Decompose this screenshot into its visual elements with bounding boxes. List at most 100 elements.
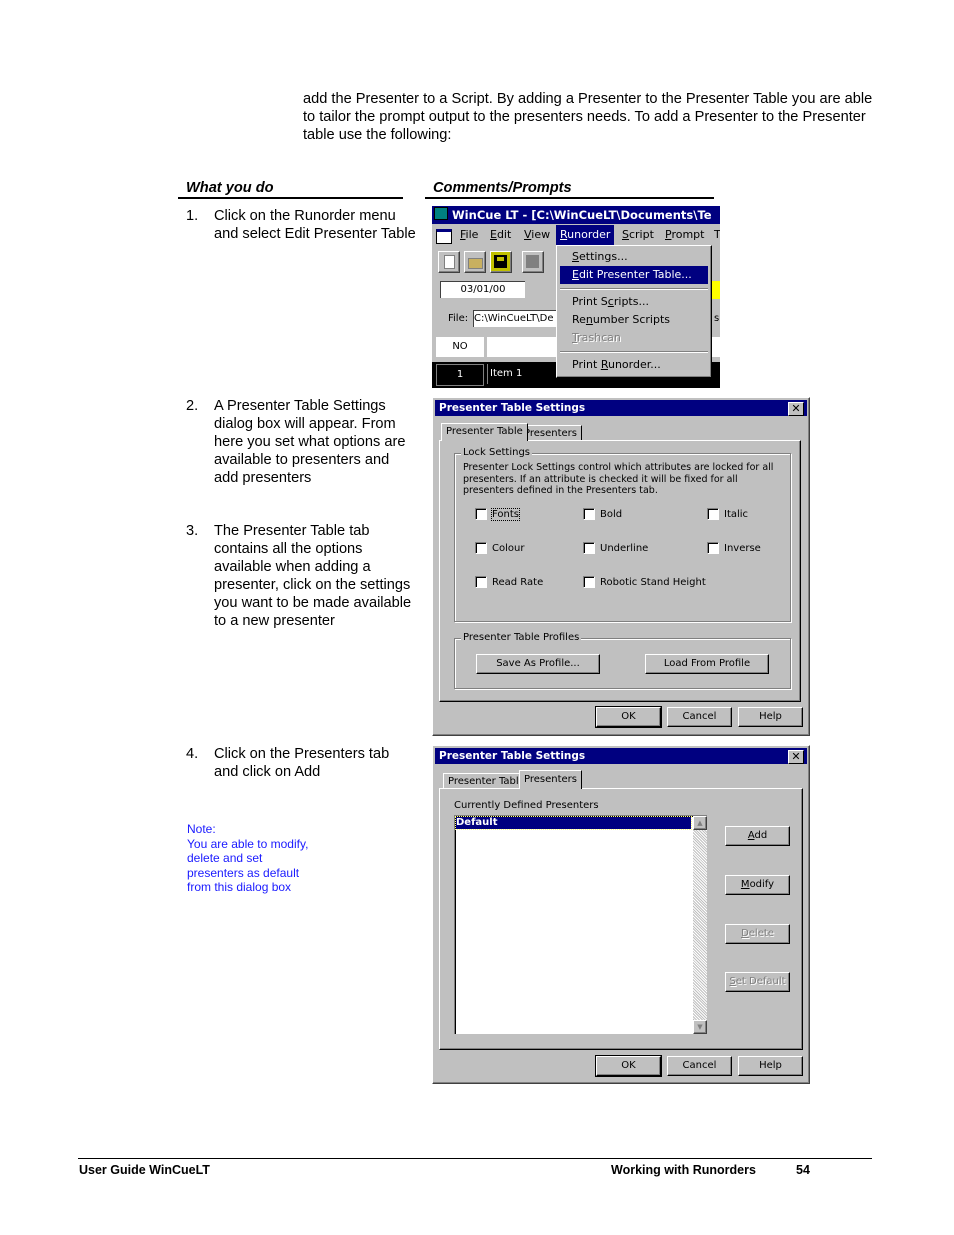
tab-panel-presenter-table: Lock Settings Presenter Lock Settings co…: [439, 440, 801, 702]
step-1: 1. Click on the Runorder menu and select…: [186, 207, 416, 243]
note: Note: You are able to modify, delete and…: [187, 822, 357, 895]
tab-presenter-table[interactable]: Presenter Table: [441, 423, 528, 441]
window-titlebar: WinCue LT - [C:\WinCueLT\Documents\Te: [432, 206, 720, 224]
note-title: Note:: [187, 822, 216, 836]
cancel-button[interactable]: Cancel: [667, 1056, 732, 1076]
checkbox-italic[interactable]: Italic: [707, 508, 748, 520]
menu-prompt[interactable]: Prompt: [665, 225, 704, 245]
scroll-down-arrow-icon[interactable]: ▼: [693, 1020, 707, 1034]
menu-runorder[interactable]: Runorder: [556, 225, 615, 245]
dialog-titlebar: Presenter Table Settings ✕: [435, 400, 807, 416]
save-as-profile-button[interactable]: Save As Profile...: [476, 654, 600, 674]
checkbox-box: [475, 542, 487, 554]
note-line: delete and set: [187, 851, 263, 865]
col-header-no: NO: [436, 337, 484, 357]
presenter-table-settings-dialog: Presenter Table Settings ✕ Presenter Tab…: [432, 397, 810, 736]
scroll-up-arrow-icon[interactable]: ▲: [693, 816, 707, 830]
menu-item-print-runorder[interactable]: Print Runorder...: [560, 356, 708, 374]
footer-doc-title: User Guide WinCueLT: [79, 1163, 210, 1177]
step-text: The Presenter Table tab contains all the…: [214, 523, 412, 629]
checkbox-box: [707, 542, 719, 554]
vertical-scrollbar[interactable]: ▲ ▼: [693, 816, 707, 1034]
step-3: 3. The Presenter Table tab contains all …: [186, 522, 416, 630]
profiles-label: Presenter Table Profiles: [461, 632, 582, 643]
menu-separator: [560, 351, 708, 353]
close-button[interactable]: ✕: [788, 750, 804, 764]
step-2: 2. A Presenter Table Settings dialog box…: [186, 397, 416, 487]
help-button[interactable]: Help: [738, 1056, 803, 1076]
menu-script[interactable]: Script: [622, 225, 654, 245]
presenters-dialog: Presenter Table Settings ✕ Presenter Tab…: [432, 745, 810, 1084]
menu-edit[interactable]: Edit: [490, 225, 511, 245]
new-document-icon: [444, 255, 455, 269]
modify-button[interactable]: ModifyModify: [725, 875, 790, 895]
close-button[interactable]: ✕: [788, 402, 804, 416]
checkbox-fonts[interactable]: Fonts: [475, 507, 520, 521]
tab-presenters[interactable]: Presenters: [519, 425, 582, 441]
tab-presenter-table[interactable]: Presenter Table: [443, 773, 530, 789]
checkbox-label: Colour: [492, 542, 525, 554]
checkbox-label: Italic: [724, 508, 749, 520]
date-field[interactable]: 03/01/00: [440, 281, 525, 298]
checkbox-label: Bold: [600, 508, 623, 520]
checkbox-robotic-stand-height[interactable]: Robotic Stand Height: [583, 576, 706, 588]
delete-button[interactable]: DeleteDelete: [725, 924, 790, 944]
runorder-dropdown-menu: Settings... Edit Presenter Table... Prin…: [556, 245, 712, 378]
lock-settings-label: Lock Settings: [461, 447, 532, 458]
step-text: Click on the Presenters tab and click on…: [214, 746, 390, 780]
menu-item-print-scripts[interactable]: Print Scripts...: [560, 293, 708, 311]
intro-paragraph: add the Presenter to a Script. By adding…: [303, 91, 873, 143]
menu-separator: [560, 288, 708, 290]
new-document-button[interactable]: [438, 251, 460, 273]
system-menu-icon[interactable]: [436, 229, 452, 244]
menu-file[interactable]: FFileile: [460, 225, 478, 245]
folder-icon: [468, 258, 483, 269]
checkbox-box: [475, 508, 487, 520]
help-button[interactable]: Help: [738, 707, 803, 727]
load-from-profile-button[interactable]: Load From Profile: [645, 654, 769, 674]
footer-divider: [78, 1158, 872, 1159]
partial-label: s: [714, 313, 720, 324]
window-title: WinCue LT - [C:\WinCueLT\Documents\Te: [452, 208, 712, 222]
dialog-title: Presenter Table Settings: [439, 402, 586, 414]
row-number: 1: [436, 364, 484, 386]
cancel-button[interactable]: Cancel: [667, 707, 732, 727]
list-item-selected[interactable]: Default: [455, 816, 692, 830]
menu-item-renumber-scripts[interactable]: Renumber Scripts: [560, 311, 708, 329]
note-line: You are able to modify,: [187, 836, 309, 851]
save-button[interactable]: [490, 251, 512, 273]
floppy-disk-icon: [494, 255, 507, 268]
file-path-field[interactable]: C:\WinCueLT\De: [473, 310, 564, 327]
set-default-button[interactable]: Set DefaultSet Default: [725, 972, 790, 992]
menu-view[interactable]: View: [524, 225, 550, 245]
tab-presenters[interactable]: Presenters: [519, 770, 582, 789]
menu-item-edit-presenter-table[interactable]: Edit Presenter Table...: [560, 266, 708, 284]
column-header-comments-prompts: Comments/Prompts: [425, 179, 714, 199]
menu-item-settings[interactable]: Settings...: [560, 248, 708, 266]
menu-t[interactable]: T: [714, 225, 720, 245]
checkbox-bold[interactable]: Bold: [583, 508, 622, 520]
menubar: FFileile Edit View Runorder Script Promp…: [432, 225, 720, 245]
presenters-listbox[interactable]: Default ▲ ▼: [454, 815, 707, 1034]
checkbox-read-rate[interactable]: Read Rate: [475, 576, 543, 588]
footer-section: Working with Runorders: [611, 1163, 756, 1177]
save-all-button[interactable]: [522, 251, 544, 273]
checkbox-inverse[interactable]: Inverse: [707, 542, 761, 554]
checkbox-colour[interactable]: Colour: [475, 542, 524, 554]
add-button[interactable]: AddAdd: [725, 826, 790, 846]
app-icon: [434, 207, 448, 220]
checkbox-label: Underline: [600, 542, 649, 554]
checkbox-label: Fonts: [491, 507, 520, 521]
step-number: 2.: [186, 398, 199, 414]
checkbox-label: Inverse: [724, 542, 761, 554]
ok-button[interactable]: OK: [595, 1055, 662, 1077]
open-button[interactable]: [464, 251, 486, 273]
checkbox-box: [475, 576, 487, 588]
step-number: 1.: [186, 208, 199, 224]
list-label: Currently Defined Presenters: [454, 800, 599, 811]
file-label: File:: [448, 313, 469, 324]
checkbox-underline[interactable]: Underline: [583, 542, 648, 554]
menu-item-trashcan[interactable]: Trashcan: [560, 329, 708, 347]
step-text: Click on the Runorder menu and select Ed…: [214, 208, 416, 242]
ok-button[interactable]: OK: [595, 706, 662, 728]
